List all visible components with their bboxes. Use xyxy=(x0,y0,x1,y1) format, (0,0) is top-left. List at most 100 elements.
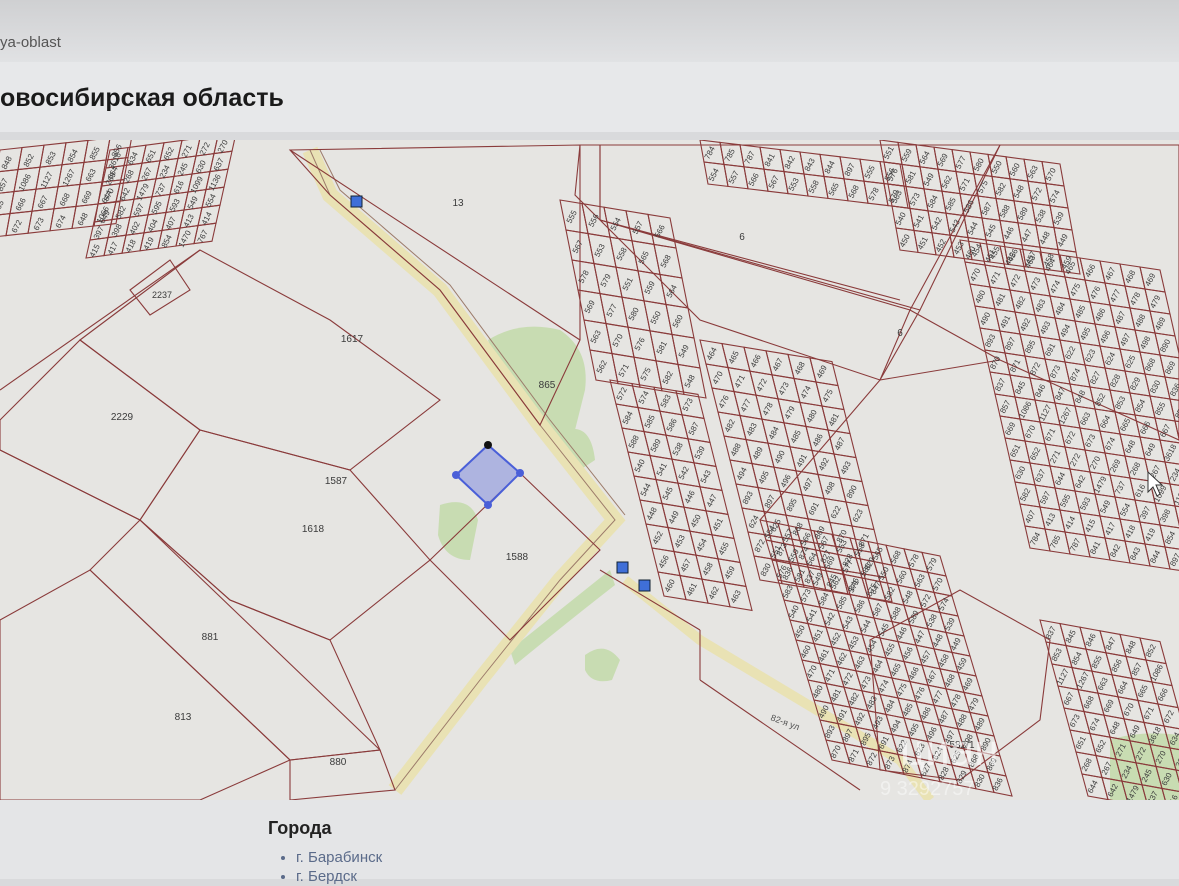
cities-list: г. Барабинск г. Бердск xyxy=(278,848,382,886)
lot-number: 595 xyxy=(1058,492,1072,508)
map-canvas[interactable]: 555 556 554 557 566567 553 558 565 568578 579 551 5… xyxy=(0,140,1179,800)
lot-number: 490 xyxy=(978,310,992,326)
lot-number: 855 xyxy=(88,145,102,161)
lot-number: 674 xyxy=(54,213,68,229)
lot-number: 857 xyxy=(0,176,10,192)
lot-number: 672 xyxy=(1162,708,1176,724)
lot-number: 874 xyxy=(1068,366,1082,382)
parcel[interactable] xyxy=(89,519,381,761)
lot-number: 563 xyxy=(589,328,603,344)
parcel[interactable] xyxy=(139,429,431,641)
city-link[interactable]: г. Бердск xyxy=(296,867,382,886)
lot-number: 583 xyxy=(659,393,673,409)
lot-number: 450 xyxy=(793,623,807,639)
url-text[interactable]: ya-oblast xyxy=(0,34,61,51)
lot-number: 663 xyxy=(1078,410,1092,426)
lot-number: 593 xyxy=(1078,495,1092,511)
lot-number: 854 xyxy=(1070,650,1084,666)
green-area xyxy=(438,502,478,560)
lot-number: 1267 xyxy=(1057,405,1074,425)
lot-number: 540 xyxy=(633,457,647,473)
lot-number: 848 xyxy=(0,154,14,170)
lot-number: 673 xyxy=(1083,432,1097,448)
parcel-boundary xyxy=(599,569,701,631)
lot-number: 479 xyxy=(783,404,797,420)
lot-number: 581 xyxy=(655,339,669,355)
lot-number: 567 xyxy=(571,238,585,254)
selected-parcel[interactable] xyxy=(454,443,522,507)
lot-number: 560 xyxy=(1008,161,1022,177)
lot-number: 462 xyxy=(707,585,721,601)
lot-number: 836 xyxy=(1168,381,1179,397)
lot-number: 648 xyxy=(1123,438,1137,454)
lot-number: 854 xyxy=(1163,529,1177,545)
lot-number: 571 xyxy=(617,362,631,378)
lot-number: 671 xyxy=(0,220,2,236)
lot-number: 484 xyxy=(883,698,897,714)
lot-number: 586 xyxy=(962,198,976,214)
cadastral-map[interactable]: 555 556 554 557 566 567 553 558 565 568 578 579 551 5… xyxy=(0,140,1179,800)
lot-number: 491 xyxy=(795,452,809,468)
lot-number: 574 xyxy=(1048,188,1062,204)
lot-number: 470 xyxy=(805,663,819,679)
lot-number: 449 xyxy=(1056,232,1070,248)
lot-number: 450 xyxy=(898,232,912,248)
vertex-handle[interactable] xyxy=(516,469,524,477)
lot[interactable] xyxy=(0,212,11,238)
lot-number: 651 xyxy=(1008,442,1022,458)
lot-number: 454 xyxy=(865,638,879,654)
lot-number: 492 xyxy=(1018,316,1032,332)
lot-number: 493 xyxy=(839,459,853,475)
lot-number: 869 xyxy=(1163,359,1177,375)
lot-number: 474 xyxy=(1048,278,1062,294)
lot-number: 565 xyxy=(827,181,841,197)
lot-number: 670 xyxy=(1122,701,1136,717)
lot-number: 1086 xyxy=(1017,399,1034,419)
lot-number: 551 xyxy=(882,144,896,160)
parcel[interactable] xyxy=(909,144,1179,441)
lot-number: 446 xyxy=(1002,225,1016,241)
vertex-handle[interactable] xyxy=(452,471,460,479)
parcel-number: 880 xyxy=(330,757,347,768)
lot-number: 446 xyxy=(895,625,909,641)
parcel-boundary xyxy=(289,149,581,341)
lot-number: 482 xyxy=(1013,294,1027,310)
bus-stop-icon[interactable] xyxy=(616,561,629,574)
lot-number: 462 xyxy=(835,651,849,667)
lot-number: 548 xyxy=(1012,183,1026,199)
lot-number: 582 xyxy=(883,585,897,601)
lot-number: 480 xyxy=(805,408,819,424)
parcel[interactable] xyxy=(0,339,201,521)
lot-number: 469 xyxy=(815,363,829,379)
lot-number: 493 xyxy=(871,714,885,730)
lot-number: 845 xyxy=(1013,379,1027,395)
bus-stop-icon[interactable] xyxy=(350,195,363,208)
parcel[interactable] xyxy=(79,249,441,471)
lot-number: 417 xyxy=(1103,520,1117,536)
lot-number: 544 xyxy=(966,220,980,236)
lot-number: 481 xyxy=(827,411,841,427)
lot-number: 847 xyxy=(1053,385,1067,401)
lot-number: 545 xyxy=(661,485,675,501)
lot-number: 540 xyxy=(787,603,801,619)
vertex-handle[interactable] xyxy=(484,441,492,449)
lot-number: 787 xyxy=(743,149,757,165)
vertex-handle[interactable] xyxy=(484,501,492,509)
city-link[interactable]: г. Барабинск xyxy=(296,848,382,867)
parcel[interactable] xyxy=(0,569,291,800)
lot-number: 541 xyxy=(805,607,819,623)
lot-number: 897 xyxy=(1168,551,1179,567)
lot-number: 575 xyxy=(976,178,990,194)
lot-number: 671 xyxy=(1043,426,1057,442)
lot-number: 674 xyxy=(1103,435,1117,451)
parcel[interactable] xyxy=(129,259,191,316)
lot-number: 895 xyxy=(1023,338,1037,354)
lot-number: 549 xyxy=(677,343,691,359)
lot-number: 586 xyxy=(853,598,867,614)
lot-number: 829 xyxy=(1128,375,1142,391)
bus-stop-icon[interactable] xyxy=(638,579,651,592)
lot-number: 464 xyxy=(871,658,885,674)
lot-number: 559 xyxy=(643,279,657,295)
lot-number: 447 xyxy=(705,492,719,508)
lot-number: 497 xyxy=(801,476,815,492)
